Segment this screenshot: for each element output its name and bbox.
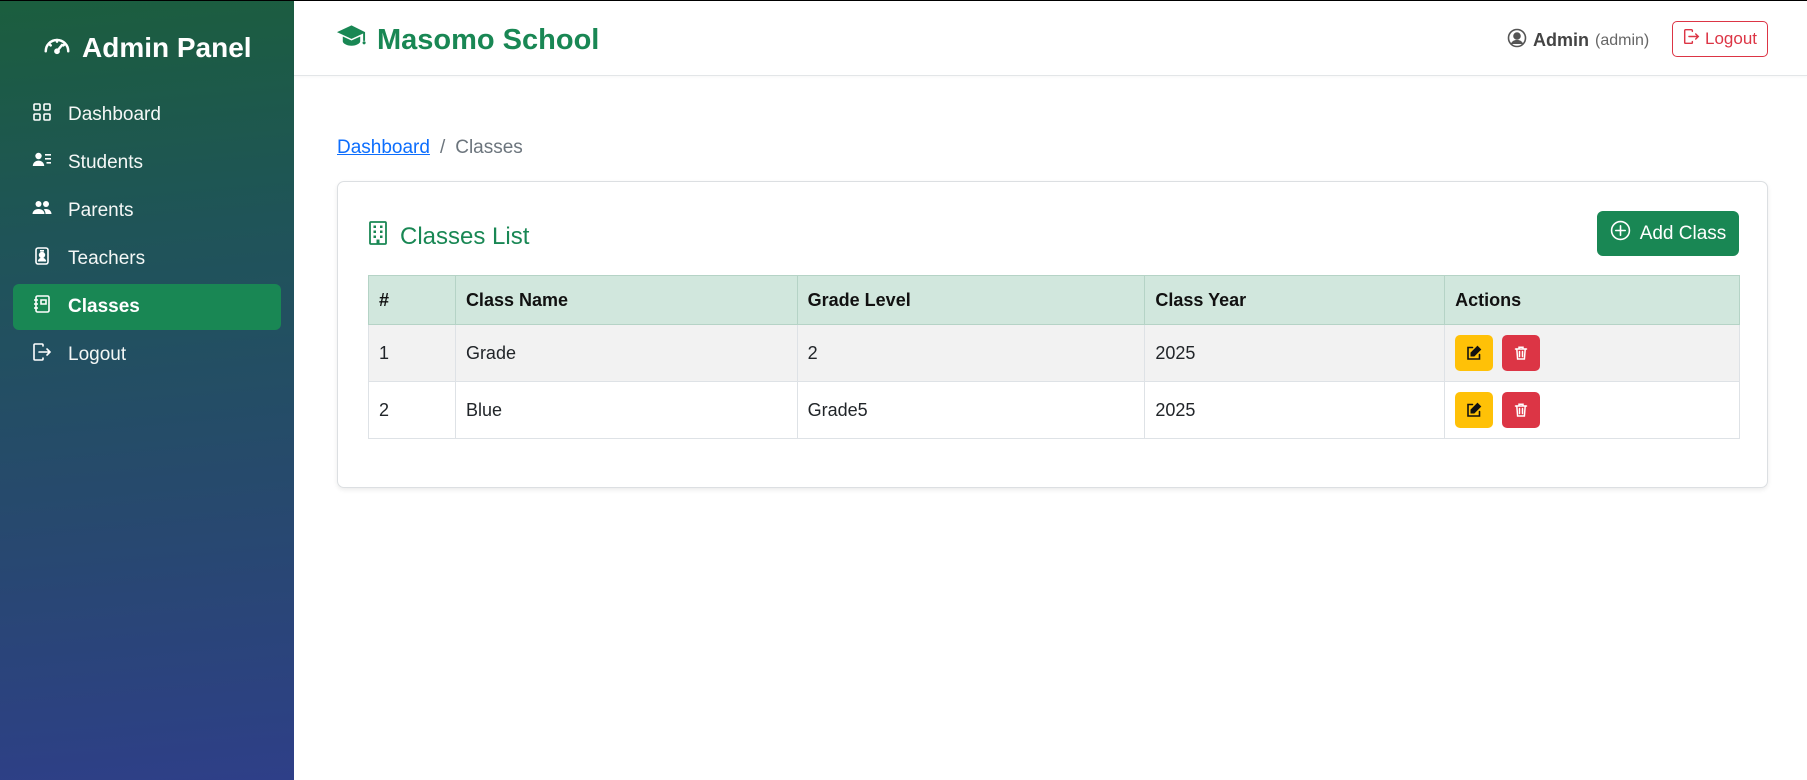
table-row: 1 Grade 2 2025	[368, 324, 1740, 382]
breadcrumb-separator: /	[439, 137, 446, 158]
sidebar-item-classes[interactable]: Classes	[13, 284, 281, 330]
cell-actions	[1444, 381, 1740, 439]
breadcrumb: Dashboard / Classes	[337, 137, 523, 159]
user-role: (admin)	[1595, 31, 1650, 49]
sidebar-item-label: Classes	[68, 296, 140, 317]
cell-grade-level: Grade5	[796, 381, 1146, 439]
people-icon	[32, 198, 52, 224]
person-circle-icon	[1507, 28, 1527, 53]
user-name: Admin	[1533, 30, 1589, 50]
column-header-actions: Actions	[1444, 275, 1740, 325]
card-title-text: Classes List	[400, 222, 530, 250]
person-badge-icon	[32, 246, 52, 272]
sidebar-brand[interactable]: Admin Panel	[0, 0, 294, 74]
delete-button[interactable]	[1502, 392, 1541, 428]
grid-icon	[32, 102, 52, 128]
user-info: Admin (admin)	[1507, 28, 1649, 53]
trash-icon	[1514, 346, 1528, 360]
sidebar-nav: Dashboard Students Parents Teachers Clas…	[0, 74, 294, 378]
cell-num: 1	[368, 324, 456, 382]
sidebar-item-logout[interactable]: Logout	[13, 332, 281, 378]
edit-button[interactable]	[1455, 392, 1494, 428]
table-row: 2 Blue Grade5 2025	[368, 381, 1740, 439]
logout-label: Logout	[1705, 29, 1757, 48]
box-arrow-right-icon	[32, 342, 52, 368]
cell-actions	[1444, 324, 1740, 382]
brand-title: Admin Panel	[82, 32, 252, 63]
card-title: Classes List	[368, 220, 529, 253]
school-name: Masomo School	[377, 23, 600, 56]
cell-grade-level: 2	[796, 324, 1146, 382]
sidebar-item-parents[interactable]: Parents	[13, 188, 281, 234]
journal-icon	[32, 294, 52, 320]
sidebar-item-dashboard[interactable]: Dashboard	[13, 92, 281, 138]
cell-class-name: Grade	[454, 324, 798, 382]
top-header: Masomo School Admin (admin) Logout	[294, 1, 1807, 76]
box-arrow-right-icon	[1683, 28, 1700, 50]
classes-card: Classes List Add Class # Class Name Grad…	[337, 181, 1768, 488]
plus-circle-icon	[1610, 220, 1631, 247]
sidebar-item-label: Dashboard	[68, 104, 161, 125]
edit-button[interactable]	[1455, 335, 1494, 371]
trash-icon	[1514, 403, 1528, 417]
building-icon	[368, 220, 388, 253]
sidebar-item-label: Logout	[68, 344, 127, 365]
column-header-grade-level: Grade Level	[796, 275, 1146, 325]
add-class-button[interactable]: Add Class	[1597, 211, 1739, 256]
cell-num: 2	[368, 381, 456, 439]
cell-class-year: 2025	[1144, 381, 1446, 439]
column-header-class-year: Class Year	[1144, 275, 1446, 325]
breadcrumb-dashboard-link[interactable]: Dashboard	[337, 137, 430, 159]
logout-button[interactable]: Logout	[1672, 21, 1768, 57]
sidebar-item-label: Students	[68, 152, 143, 173]
column-header-class-name: Class Name	[454, 275, 798, 325]
person-lines-icon	[32, 150, 52, 176]
sidebar: Admin Panel Dashboard Students Parents T…	[0, 0, 294, 780]
school-brand[interactable]: Masomo School	[336, 23, 599, 57]
sidebar-item-label: Parents	[68, 200, 134, 221]
column-header-num: #	[368, 275, 456, 325]
mortarboard-icon	[336, 23, 367, 57]
add-class-label: Add Class	[1639, 222, 1727, 244]
delete-button[interactable]	[1502, 335, 1541, 371]
pencil-square-icon	[1467, 402, 1482, 417]
breadcrumb-current: Classes	[455, 137, 523, 158]
speedometer-icon	[42, 30, 72, 67]
pencil-square-icon	[1467, 345, 1482, 360]
cell-class-name: Blue	[454, 381, 798, 439]
cell-class-year: 2025	[1144, 324, 1446, 382]
table-header-row: # Class Name Grade Level Class Year Acti…	[368, 275, 1740, 325]
sidebar-item-label: Teachers	[68, 248, 146, 269]
sidebar-item-students[interactable]: Students	[13, 140, 281, 186]
sidebar-item-teachers[interactable]: Teachers	[13, 236, 281, 282]
classes-table: # Class Name Grade Level Class Year Acti…	[368, 275, 1740, 439]
